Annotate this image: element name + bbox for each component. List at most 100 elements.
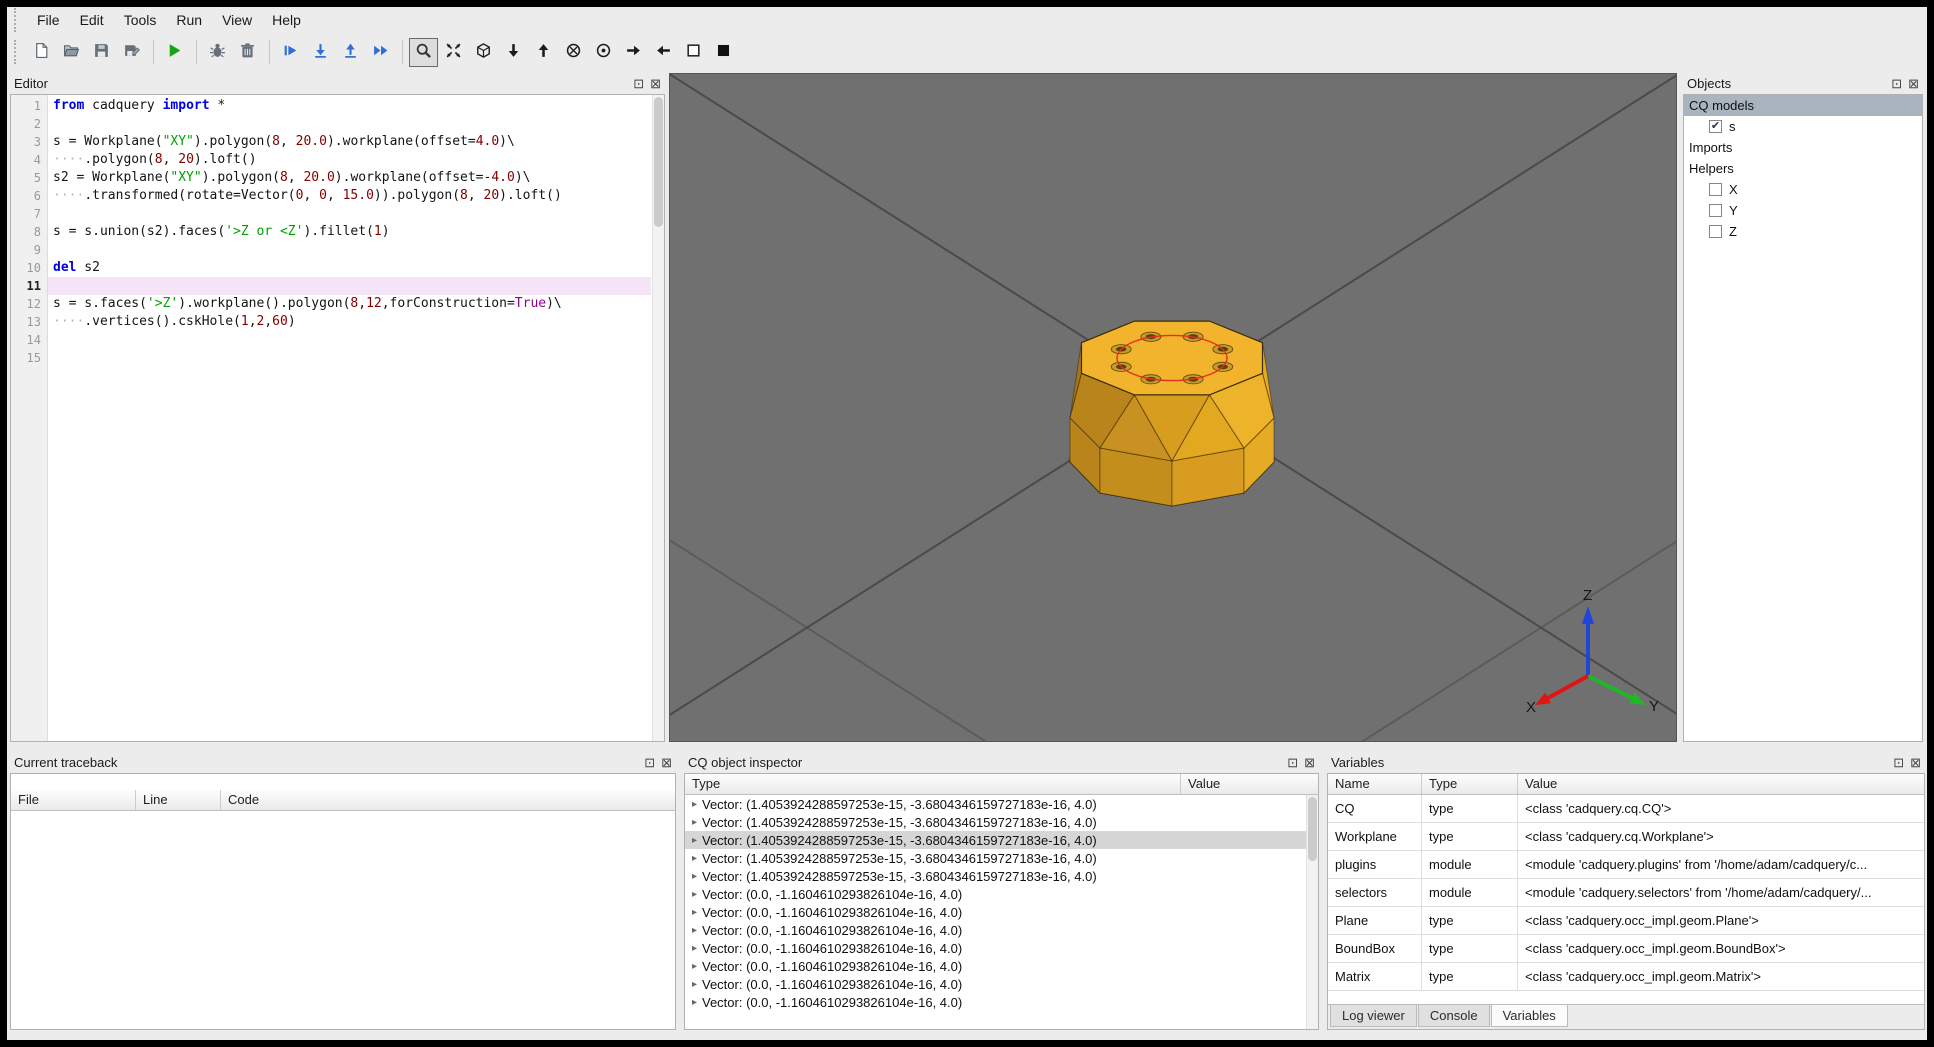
- inspector-row[interactable]: ▸ Vector: (1.4053924288597253e-15, -3.680…: [685, 831, 1318, 849]
- inspector-row[interactable]: ▸ Vector: (1.4053924288597253e-15, -3.680…: [685, 849, 1318, 867]
- code-line-9[interactable]: 9: [11, 241, 651, 259]
- float-icon[interactable]: ⊡: [1891, 77, 1902, 90]
- column-header-code[interactable]: Code: [221, 790, 675, 810]
- checkbox-unchecked[interactable]: [1709, 183, 1722, 196]
- expand-icon[interactable]: ▸: [687, 835, 702, 846]
- tree-item-s[interactable]: ✔ s: [1684, 116, 1922, 137]
- close-icon[interactable]: ⊠: [1908, 77, 1919, 90]
- view-up-button[interactable]: [529, 38, 558, 67]
- expand-icon[interactable]: ▸: [687, 907, 702, 918]
- iso-view-button[interactable]: [469, 38, 498, 67]
- cad-model[interactable]: [1069, 320, 1275, 507]
- column-header-value[interactable]: Value: [1181, 774, 1318, 794]
- float-icon[interactable]: ⊡: [1287, 756, 1298, 769]
- expand-icon[interactable]: ▸: [687, 997, 702, 1008]
- code-line-7[interactable]: 7: [11, 205, 651, 223]
- inspector-scrollbar[interactable]: [1306, 795, 1318, 1029]
- toolbar-drag-handle[interactable]: [14, 40, 20, 64]
- variable-row[interactable]: selectors module <module 'cadquery.selecto…: [1328, 879, 1924, 907]
- code-line-2[interactable]: 2: [11, 115, 651, 133]
- inspector-row[interactable]: ▸ Vector: (0.0, -1.1604610293826104e-16, …: [685, 939, 1318, 957]
- inspector-row[interactable]: ▸ Vector: (0.0, -1.1604610293826104e-16, …: [685, 957, 1318, 975]
- menu-tools[interactable]: Tools: [114, 8, 167, 32]
- inspector-row[interactable]: ▸ Vector: (1.4053924288597253e-15, -3.680…: [685, 813, 1318, 831]
- inspector-row[interactable]: ▸ Vector: (1.4053924288597253e-15, -3.680…: [685, 867, 1318, 885]
- expand-icon[interactable]: ▸: [687, 853, 702, 864]
- column-header-name[interactable]: Name: [1328, 774, 1422, 794]
- inspector-row[interactable]: ▸ Vector: (0.0, -1.1604610293826104e-16, …: [685, 921, 1318, 939]
- float-icon[interactable]: ⊡: [1893, 756, 1904, 769]
- menubar-drag-handle[interactable]: [14, 8, 20, 32]
- variable-row[interactable]: BoundBox type <class 'cadquery.occ_impl.ge…: [1328, 935, 1924, 963]
- float-icon[interactable]: ⊡: [644, 756, 655, 769]
- editor-scrollbar[interactable]: [652, 95, 664, 741]
- inspector-row[interactable]: ▸ Vector: (0.0, -1.1604610293826104e-16, …: [685, 885, 1318, 903]
- 3d-viewport[interactable]: X Y Z: [659, 67, 1689, 744]
- inspector-row[interactable]: ▸ Vector: (0.0, -1.1604610293826104e-16, …: [685, 903, 1318, 921]
- column-header-type[interactable]: Type: [1422, 774, 1518, 794]
- expand-icon[interactable]: ▸: [687, 889, 702, 900]
- inspector-scrollbar-thumb[interactable]: [1308, 797, 1317, 861]
- checkbox-checked[interactable]: ✔: [1709, 120, 1722, 133]
- column-header-type[interactable]: Type: [685, 774, 1181, 794]
- expand-icon[interactable]: ▸: [687, 943, 702, 954]
- code-editor[interactable]: 1 from cadquery import * 2 3 s = Workplane("…: [10, 94, 665, 742]
- code-line-13[interactable]: 13 ····.vertices().cskHole(1,2,60): [11, 313, 651, 331]
- view-front-button[interactable]: [589, 38, 618, 67]
- open-file-button[interactable]: [57, 38, 86, 67]
- tree-item-x[interactable]: X: [1684, 179, 1922, 200]
- new-file-button[interactable]: [27, 38, 56, 67]
- editor-scrollbar-thumb[interactable]: [654, 97, 663, 227]
- step-out-button[interactable]: [336, 38, 365, 67]
- menu-help[interactable]: Help: [262, 8, 311, 32]
- delete-button[interactable]: [233, 38, 262, 67]
- view-down-button[interactable]: [499, 38, 528, 67]
- menu-file[interactable]: File: [27, 8, 70, 32]
- view-left-button[interactable]: [649, 38, 678, 67]
- step-into-button[interactable]: [306, 38, 335, 67]
- close-icon[interactable]: ⊠: [650, 77, 661, 90]
- column-header-file[interactable]: File: [11, 790, 136, 810]
- code-line-3[interactable]: 3 s = Workplane("XY").polygon(8, 20.0).wo…: [11, 133, 651, 151]
- column-header-line[interactable]: Line: [136, 790, 221, 810]
- view-back-button[interactable]: [559, 38, 588, 67]
- float-icon[interactable]: ⊡: [633, 77, 644, 90]
- code-line-11[interactable]: 11: [11, 277, 651, 295]
- code-line-5[interactable]: 5 s2 = Workplane("XY").polygon(8, 20.0).w…: [11, 169, 651, 187]
- tree-item-z[interactable]: Z: [1684, 221, 1922, 242]
- expand-icon[interactable]: ▸: [687, 961, 702, 972]
- variable-row[interactable]: Plane type <class 'cadquery.occ_impl.geom.…: [1328, 907, 1924, 935]
- close-icon[interactable]: ⊠: [1910, 756, 1921, 769]
- menu-view[interactable]: View: [212, 8, 262, 32]
- tree-item-imports[interactable]: Imports: [1684, 137, 1922, 158]
- code-line-8[interactable]: 8 s = s.union(s2).faces('>Z or <Z').fille…: [11, 223, 651, 241]
- code-line-4[interactable]: 4 ····.polygon(8, 20).loft(): [11, 151, 651, 169]
- expand-icon[interactable]: ▸: [687, 817, 702, 828]
- code-line-15[interactable]: 15: [11, 349, 651, 367]
- save-as-button[interactable]: [117, 38, 146, 67]
- close-icon[interactable]: ⊠: [661, 756, 672, 769]
- tree-item-cq-models[interactable]: CQ models: [1684, 95, 1922, 116]
- column-header-value[interactable]: Value: [1518, 774, 1924, 794]
- menu-edit[interactable]: Edit: [70, 8, 114, 32]
- tab-log-viewer[interactable]: Log viewer: [1330, 1005, 1417, 1027]
- tab-variables[interactable]: Variables: [1490, 1005, 1568, 1027]
- tree-item-helpers[interactable]: Helpers: [1684, 158, 1922, 179]
- code-line-1[interactable]: 1 from cadquery import *: [11, 97, 651, 115]
- variable-row[interactable]: plugins module <module 'cadquery.plugins' …: [1328, 851, 1924, 879]
- step-next-button[interactable]: [276, 38, 305, 67]
- save-button[interactable]: [87, 38, 116, 67]
- menu-run[interactable]: Run: [166, 8, 212, 32]
- variable-row[interactable]: Workplane type <class 'cadquery.cq.Workpla…: [1328, 823, 1924, 851]
- code-line-12[interactable]: 12 s = s.faces('>Z').workplane().polygon(…: [11, 295, 651, 313]
- close-icon[interactable]: ⊠: [1304, 756, 1315, 769]
- inspector-row[interactable]: ▸ Vector: (0.0, -1.1604610293826104e-16, …: [685, 975, 1318, 993]
- code-line-14[interactable]: 14: [11, 331, 651, 349]
- wireframe-button[interactable]: [679, 38, 708, 67]
- shaded-button[interactable]: [709, 38, 738, 67]
- inspector-row[interactable]: ▸ Vector: (1.4053924288597253e-15, -3.680…: [685, 795, 1318, 813]
- expand-icon[interactable]: ▸: [687, 979, 702, 990]
- fit-all-button[interactable]: [439, 38, 468, 67]
- debug-button[interactable]: [203, 38, 232, 67]
- tab-console[interactable]: Console: [1417, 1005, 1490, 1027]
